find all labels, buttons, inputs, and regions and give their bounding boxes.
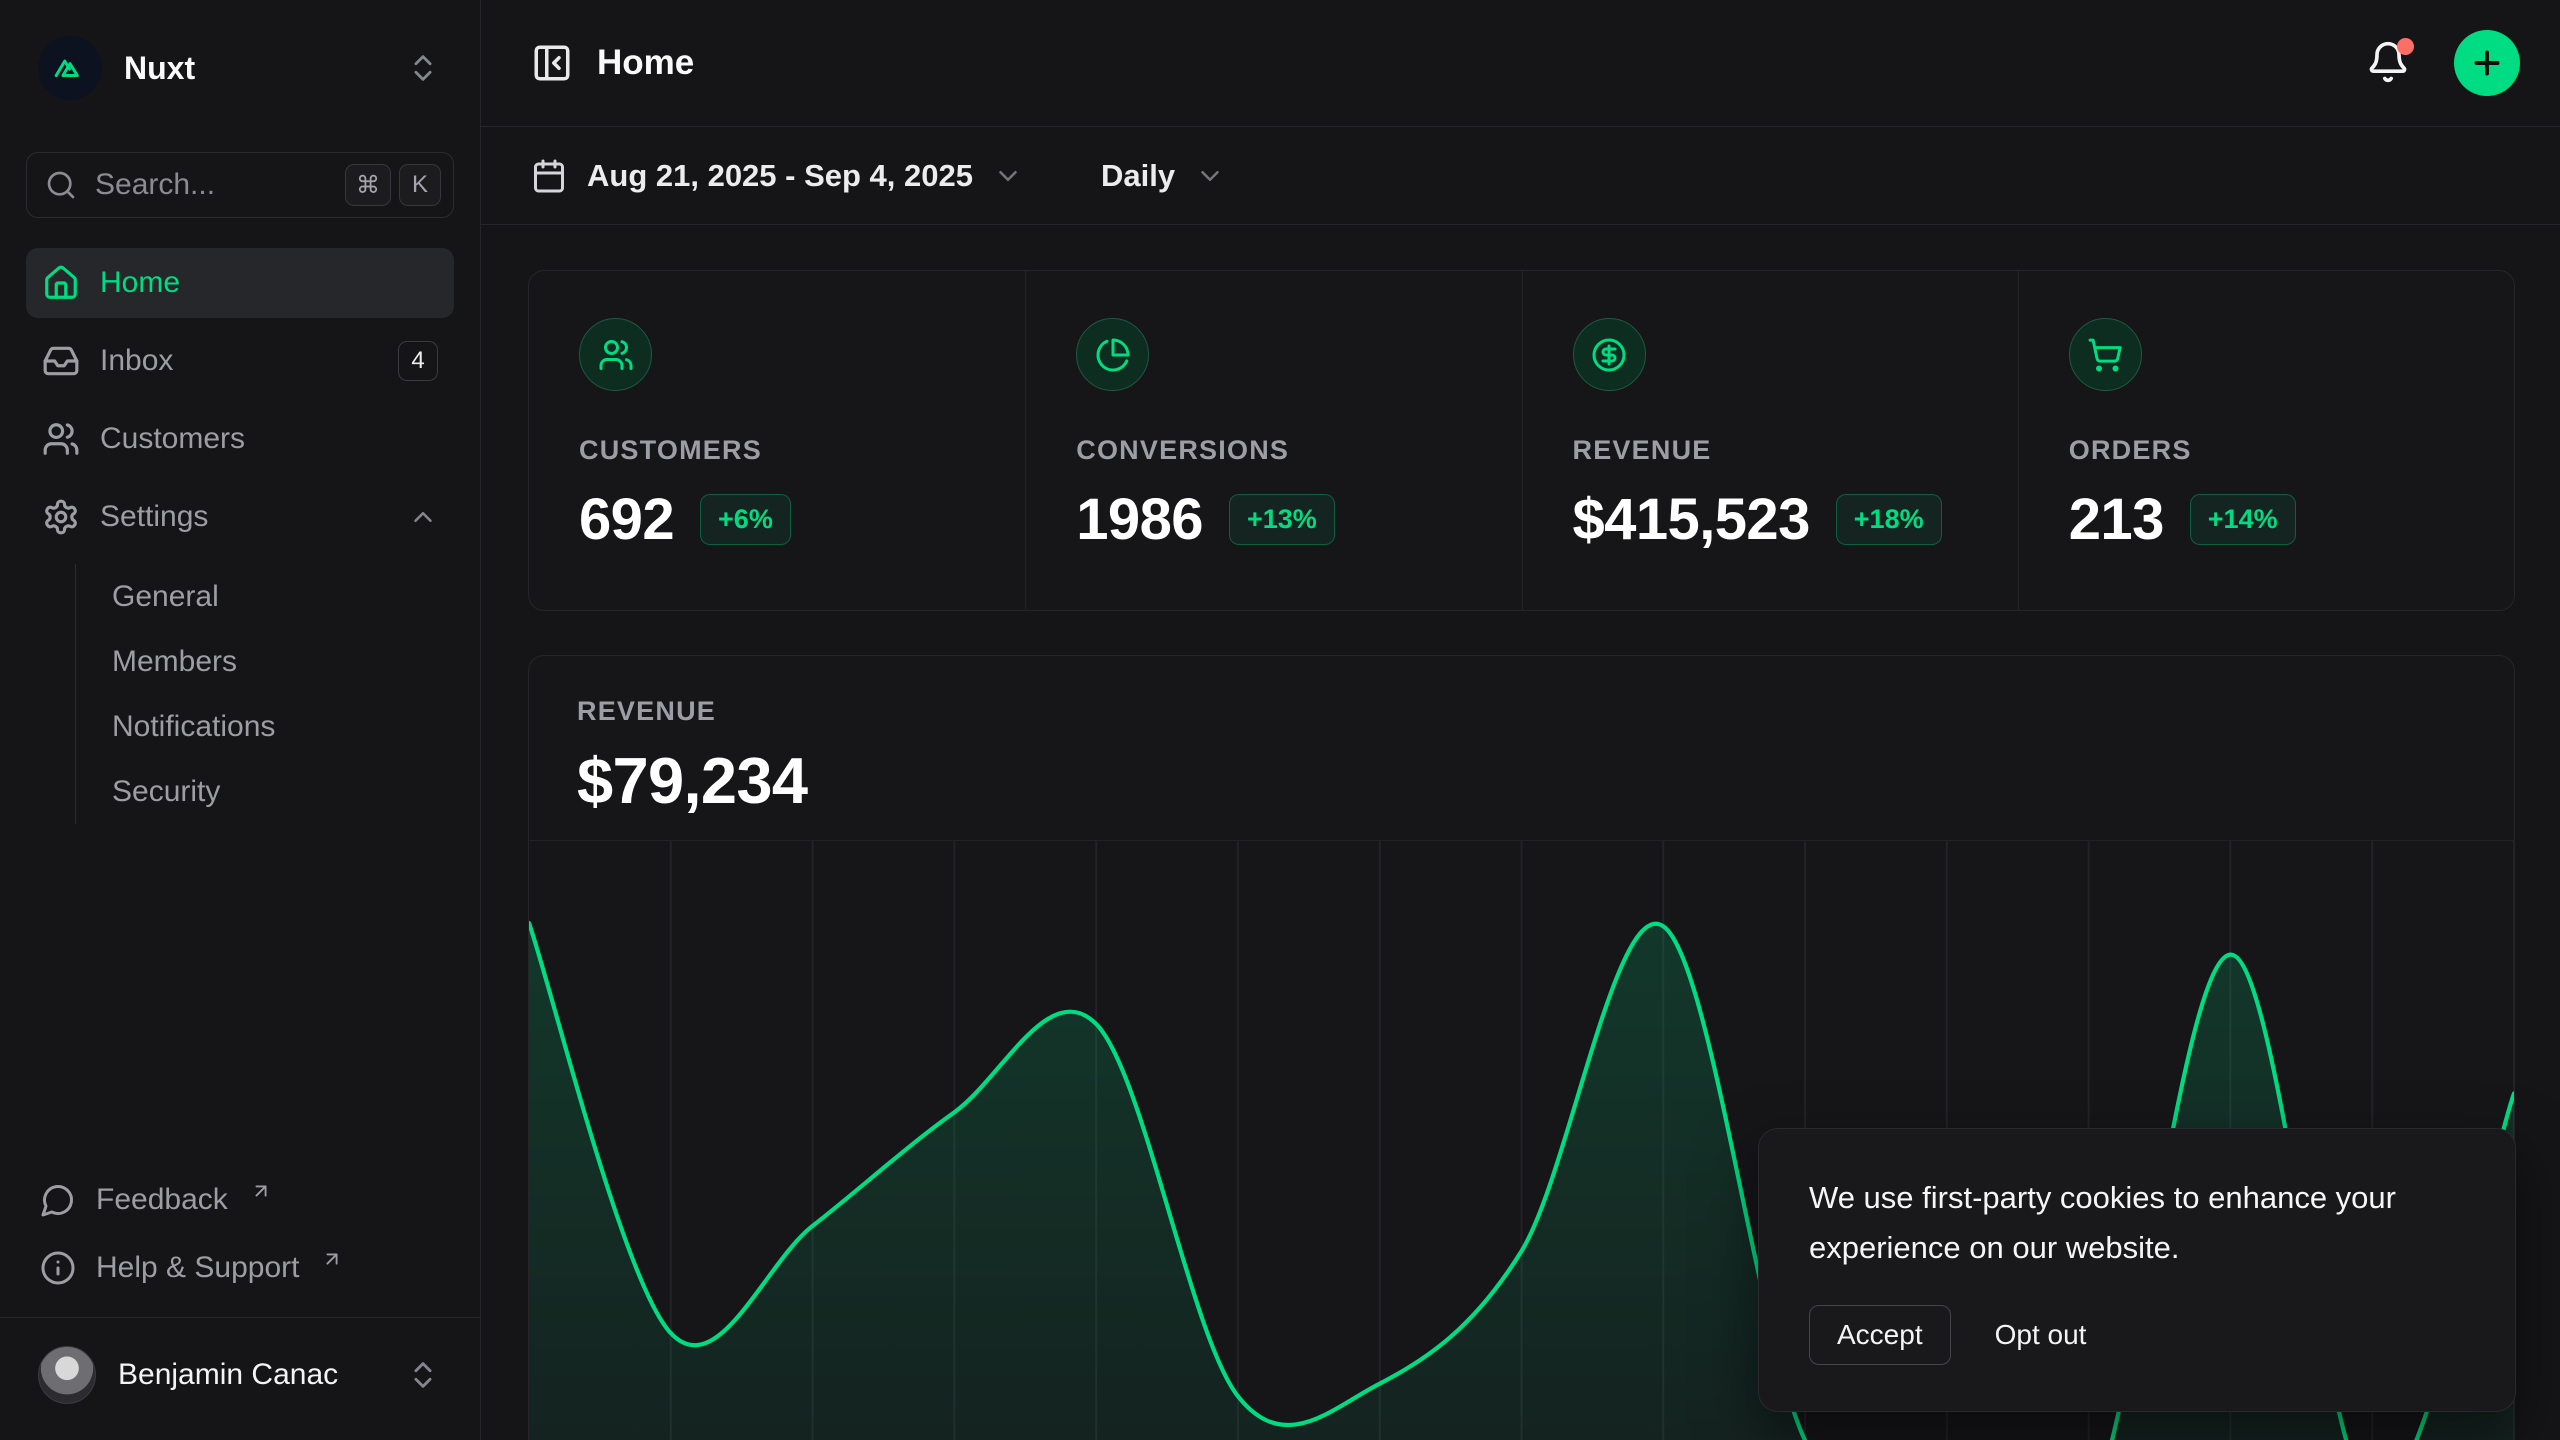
stat-label: CUSTOMERS bbox=[579, 435, 975, 466]
sidebar-footer: Feedback Help & Support bbox=[26, 1169, 454, 1299]
date-range-value: Aug 21, 2025 - Sep 4, 2025 bbox=[587, 158, 973, 194]
stat-delta-badge: +13% bbox=[1229, 494, 1335, 545]
feedback-label: Feedback bbox=[96, 1183, 228, 1217]
chevron-up-icon bbox=[408, 502, 438, 532]
date-range-picker[interactable]: Aug 21, 2025 - Sep 4, 2025 bbox=[531, 158, 1023, 194]
shopping-cart-icon bbox=[2069, 318, 2142, 391]
stat-orders[interactable]: ORDERS 213 +14% bbox=[2018, 271, 2514, 610]
stat-delta-badge: +6% bbox=[700, 494, 791, 545]
stat-label: ORDERS bbox=[2069, 435, 2464, 466]
pie-chart-icon bbox=[1076, 318, 1149, 391]
revenue-label: REVENUE bbox=[577, 696, 2466, 727]
sidebar-item-customers[interactable]: Customers bbox=[26, 404, 454, 474]
sidebar: Nuxt Search... ⌘ K Home bbox=[0, 0, 481, 1440]
stat-delta-badge: +18% bbox=[1836, 494, 1942, 545]
cookie-message: We use first-party cookies to enhance yo… bbox=[1809, 1173, 2465, 1273]
inbox-icon bbox=[42, 342, 80, 380]
cookie-actions: Accept Opt out bbox=[1809, 1305, 2465, 1365]
external-link-icon bbox=[321, 1248, 343, 1270]
accept-button[interactable]: Accept bbox=[1809, 1305, 1951, 1365]
message-circle-icon bbox=[40, 1182, 76, 1218]
stat-value: 213 bbox=[2069, 486, 2164, 553]
search-placeholder: Search... bbox=[95, 168, 215, 202]
sidebar-item-security[interactable]: Security bbox=[76, 759, 454, 824]
top-header: Home bbox=[481, 0, 2560, 127]
dollar-circle-icon bbox=[1573, 318, 1646, 391]
revenue-header: REVENUE $79,234 bbox=[529, 656, 2514, 818]
settings-subnav: General Members Notifications Security bbox=[75, 564, 454, 824]
workspace-name: Nuxt bbox=[124, 50, 195, 87]
stat-conversions[interactable]: CONVERSIONS 1986 +13% bbox=[1025, 271, 1521, 610]
search-icon bbox=[45, 169, 77, 201]
page-title: Home bbox=[597, 43, 694, 83]
sidebar-item-general[interactable]: General bbox=[76, 564, 454, 629]
stat-value: 692 bbox=[579, 486, 674, 553]
stat-value: $415,523 bbox=[1573, 486, 1810, 553]
search-input[interactable]: Search... ⌘ K bbox=[26, 152, 454, 218]
user-menu[interactable]: Benjamin Canac bbox=[26, 1338, 454, 1412]
user-section: Benjamin Canac bbox=[0, 1317, 480, 1416]
notification-dot bbox=[2397, 38, 2414, 55]
sidebar-item-home[interactable]: Home bbox=[26, 248, 454, 318]
granularity-select[interactable]: Daily bbox=[1101, 158, 1225, 194]
external-link-icon bbox=[250, 1180, 272, 1202]
stat-delta-badge: +14% bbox=[2190, 494, 2296, 545]
users-icon bbox=[42, 420, 80, 458]
page-title-group: Home bbox=[531, 42, 694, 84]
header-actions bbox=[2366, 30, 2520, 96]
stat-revenue[interactable]: REVENUE $415,523 +18% bbox=[1522, 271, 2018, 610]
info-circle-icon bbox=[40, 1250, 76, 1286]
chevrons-up-down-icon bbox=[406, 51, 440, 85]
plus-icon bbox=[2469, 45, 2505, 81]
nuxt-logo-icon bbox=[38, 36, 102, 100]
add-button[interactable] bbox=[2454, 30, 2520, 96]
sidebar-spacer bbox=[26, 824, 454, 1169]
sidebar-item-label: Customers bbox=[100, 422, 438, 456]
sidebar-item-label: Settings bbox=[100, 500, 388, 534]
stats-row: CUSTOMERS 692 +6% CONVERSIONS 1986 +13% bbox=[528, 270, 2515, 611]
help-support-label: Help & Support bbox=[96, 1251, 299, 1285]
kbd-k: K bbox=[399, 164, 441, 206]
sidebar-item-label: Home bbox=[100, 266, 438, 300]
inbox-count-badge: 4 bbox=[398, 341, 438, 381]
stat-label: CONVERSIONS bbox=[1076, 435, 1471, 466]
house-icon bbox=[42, 264, 80, 302]
sidebar-item-label: Inbox bbox=[100, 344, 378, 378]
workspace-switcher[interactable]: Nuxt bbox=[26, 26, 454, 110]
sidebar-item-notifications[interactable]: Notifications bbox=[76, 694, 454, 759]
chevron-down-icon bbox=[1195, 161, 1225, 191]
opt-out-button[interactable]: Opt out bbox=[1995, 1306, 2087, 1364]
sidebar-item-inbox[interactable]: Inbox 4 bbox=[26, 326, 454, 396]
gear-icon bbox=[42, 498, 80, 536]
calendar-icon bbox=[531, 158, 567, 194]
cookie-banner: We use first-party cookies to enhance yo… bbox=[1758, 1128, 2516, 1412]
sidebar-item-members[interactable]: Members bbox=[76, 629, 454, 694]
chevron-down-icon bbox=[993, 161, 1023, 191]
kbd-command: ⌘ bbox=[345, 164, 391, 206]
help-support-link[interactable]: Help & Support bbox=[26, 1237, 454, 1299]
notifications-button[interactable] bbox=[2366, 40, 2412, 86]
granularity-value: Daily bbox=[1101, 158, 1175, 194]
sidebar-nav: Home Inbox 4 Customers bbox=[26, 248, 454, 824]
users-icon bbox=[579, 318, 652, 391]
user-name: Benjamin Canac bbox=[118, 1358, 338, 1392]
stat-value: 1986 bbox=[1076, 486, 1203, 553]
search-shortcut: ⌘ K bbox=[345, 164, 441, 206]
filters-toolbar: Aug 21, 2025 - Sep 4, 2025 Daily bbox=[481, 127, 2560, 225]
avatar bbox=[38, 1346, 96, 1404]
stat-label: REVENUE bbox=[1573, 435, 1968, 466]
feedback-link[interactable]: Feedback bbox=[26, 1169, 454, 1231]
chevrons-up-down-icon bbox=[406, 1358, 440, 1392]
panel-left-close-icon[interactable] bbox=[531, 42, 573, 84]
revenue-value: $79,234 bbox=[577, 743, 2466, 818]
stat-customers[interactable]: CUSTOMERS 692 +6% bbox=[529, 271, 1025, 610]
sidebar-item-settings[interactable]: Settings bbox=[26, 482, 454, 552]
